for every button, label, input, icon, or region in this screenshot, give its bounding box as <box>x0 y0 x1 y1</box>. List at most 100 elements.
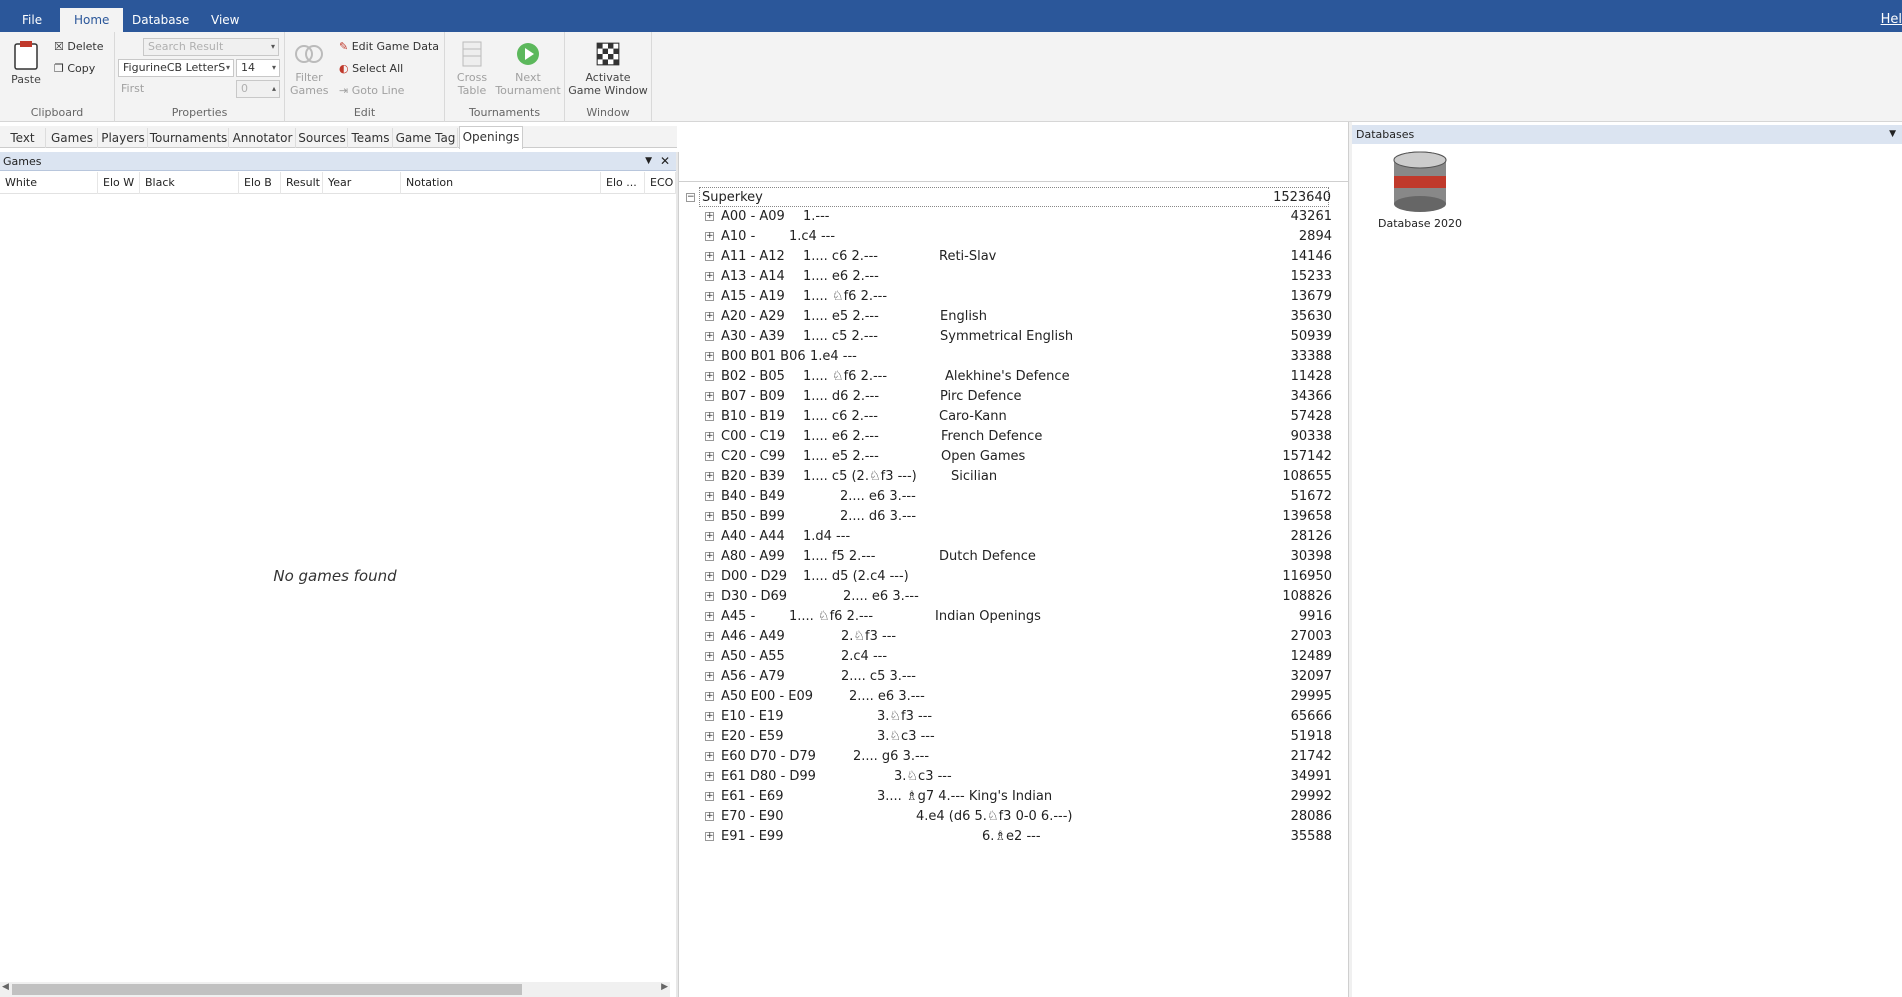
tree-row[interactable]: + A15 - A19 1.... ♘f6 2.--- 13679 <box>679 287 1349 307</box>
col-elo-b[interactable]: Elo B <box>239 172 281 194</box>
scrollbar-thumb[interactable] <box>12 984 522 995</box>
tree-row[interactable]: + A40 - A44 1.d4 --- 28126 <box>679 527 1349 547</box>
tree-row[interactable]: + D00 - D29 1.... d5 (2.c4 ---) 116950 <box>679 567 1349 587</box>
tree-row[interactable]: + B00 B01 B06 1.e4 --- 33388 <box>679 347 1349 367</box>
select-all-button[interactable]: ◐ Select All <box>339 60 403 78</box>
expand-icon[interactable]: + <box>705 312 714 321</box>
delete-button[interactable]: ☒ Delete <box>54 38 104 56</box>
tree-row[interactable]: + A11 - A12 1.... c6 2.--- Reti-Slav 14146 <box>679 247 1349 267</box>
expand-icon[interactable]: + <box>705 452 714 461</box>
expand-icon[interactable]: + <box>705 772 714 781</box>
expand-icon[interactable]: + <box>705 332 714 341</box>
tree-row[interactable]: + B02 - B05 1.... ♘f6 2.--- Alekhine's Defe… <box>679 367 1349 387</box>
font-size-combo[interactable]: 14 ▾ <box>236 59 280 77</box>
horizontal-scrollbar[interactable]: ◀ ▶ <box>0 982 670 997</box>
chevron-down-icon[interactable]: ▼ <box>1889 125 1896 144</box>
tree-row[interactable]: + A50 E00 - E09 2.... e6 3.--- 29995 <box>679 687 1349 707</box>
expand-icon[interactable]: + <box>705 352 714 361</box>
expand-icon[interactable]: + <box>705 552 714 561</box>
scroll-right-icon[interactable]: ▶ <box>661 982 668 992</box>
expand-icon[interactable]: + <box>705 212 714 221</box>
tree-row[interactable]: + E10 - E19 3.♘f3 --- 65666 <box>679 707 1349 727</box>
menu-view[interactable]: View <box>197 8 253 32</box>
tree-row[interactable]: + E70 - E90 4.e4 (d6 5.♘f3 0-0 6.---) 28086 <box>679 807 1349 827</box>
font-combo[interactable]: FigurineCB LetterS ▾ <box>118 59 234 77</box>
col-white[interactable]: White <box>0 172 98 194</box>
tab-annotator[interactable]: Annotator <box>230 128 296 148</box>
scroll-left-icon[interactable]: ◀ <box>2 982 9 992</box>
col-elo-w[interactable]: Elo W <box>98 172 140 194</box>
tab-teams[interactable]: Teams <box>349 128 393 148</box>
collapse-icon[interactable]: − <box>686 193 695 202</box>
expand-icon[interactable]: + <box>705 792 714 801</box>
tree-row[interactable]: + A30 - A39 1.... c5 2.--- Symmetrical Engl… <box>679 327 1349 347</box>
expand-icon[interactable]: + <box>705 472 714 481</box>
expand-icon[interactable]: + <box>705 492 714 501</box>
col-notation[interactable]: Notation <box>401 172 601 194</box>
tree-row[interactable]: + E91 - E99 6.♗e2 --- 35588 <box>679 827 1349 847</box>
tree-row[interactable]: + C00 - C19 1.... e6 2.--- French Defence 90… <box>679 427 1349 447</box>
tree-row[interactable]: + E20 - E59 3.♘c3 --- 51918 <box>679 727 1349 747</box>
expand-icon[interactable]: + <box>705 432 714 441</box>
tree-row[interactable]: + C20 - C99 1.... e5 2.--- Open Games 157142 <box>679 447 1349 467</box>
edit-game-data-button[interactable]: ✎ Edit Game Data <box>339 38 439 56</box>
expand-icon[interactable]: + <box>705 412 714 421</box>
expand-icon[interactable]: + <box>705 752 714 761</box>
col-black[interactable]: Black <box>140 172 239 194</box>
tab-games[interactable]: Games <box>47 128 98 148</box>
expand-icon[interactable]: + <box>705 232 714 241</box>
col-elo-avg[interactable]: Elo ... <box>601 172 645 194</box>
tree-row[interactable]: + A00 - A09 1.--- 43261 <box>679 207 1349 227</box>
activate-game-window-button[interactable]: Activate Game Window <box>568 40 648 97</box>
copy-button[interactable]: ❐ Copy <box>54 60 95 78</box>
menu-home[interactable]: Home <box>60 8 124 32</box>
expand-icon[interactable]: + <box>705 632 714 641</box>
tree-row[interactable]: + E61 - E69 3.... ♗g7 4.--- King's Indian 2… <box>679 787 1349 807</box>
tree-row[interactable]: + E60 D70 - D79 2.... g6 3.--- 21742 <box>679 747 1349 767</box>
expand-icon[interactable]: + <box>705 652 714 661</box>
expand-icon[interactable]: + <box>705 392 714 401</box>
expand-icon[interactable]: + <box>705 252 714 261</box>
tree-row[interactable]: + A20 - A29 1.... e5 2.--- English 35630 <box>679 307 1349 327</box>
expand-icon[interactable]: + <box>705 592 714 601</box>
tree-row[interactable]: + B40 - B49 2.... e6 3.--- 51672 <box>679 487 1349 507</box>
expand-icon[interactable]: + <box>705 572 714 581</box>
expand-icon[interactable]: + <box>705 532 714 541</box>
menu-database[interactable]: Database <box>118 8 203 32</box>
expand-icon[interactable]: + <box>705 512 714 521</box>
close-icon[interactable]: ✕ <box>660 152 670 171</box>
expand-icon[interactable]: + <box>705 672 714 681</box>
help-link[interactable]: Hel <box>1881 12 1902 27</box>
tree-row[interactable]: + A80 - A99 1.... f5 2.--- Dutch Defence 303… <box>679 547 1349 567</box>
expand-icon[interactable]: + <box>705 612 714 621</box>
tree-row[interactable]: + A56 - A79 2.... c5 3.--- 32097 <box>679 667 1349 687</box>
tree-row[interactable]: + A13 - A14 1.... e6 2.--- 15233 <box>679 267 1349 287</box>
tree-row[interactable]: + B10 - B19 1.... c6 2.--- Caro-Kann 57428 <box>679 407 1349 427</box>
col-result[interactable]: Result <box>281 172 323 194</box>
expand-icon[interactable]: + <box>705 372 714 381</box>
tree-row[interactable]: + A50 - A55 2.c4 --- 12489 <box>679 647 1349 667</box>
tree-row[interactable]: + E61 D80 - D99 3.♘c3 --- 34991 <box>679 767 1349 787</box>
expand-icon[interactable]: + <box>705 812 714 821</box>
expand-icon[interactable]: + <box>705 732 714 741</box>
expand-icon[interactable]: + <box>705 832 714 841</box>
tree-row[interactable]: + D30 - D69 2.... e6 3.--- 108826 <box>679 587 1349 607</box>
expand-icon[interactable]: + <box>705 272 714 281</box>
col-eco[interactable]: ECO <box>645 172 676 194</box>
panel-menu-icon[interactable]: ▼ <box>645 152 652 171</box>
tab-text[interactable]: Text <box>0 128 46 148</box>
tab-openings[interactable]: Openings <box>459 126 523 149</box>
tab-tournaments[interactable]: Tournaments <box>149 128 229 148</box>
tree-row[interactable]: + B07 - B09 1.... d6 2.--- Pirc Defence 3436… <box>679 387 1349 407</box>
tab-players[interactable]: Players <box>99 128 148 148</box>
expand-icon[interactable]: + <box>705 712 714 721</box>
expand-icon[interactable]: + <box>705 292 714 301</box>
tab-sources[interactable]: Sources <box>297 128 348 148</box>
tree-row[interactable]: + A46 - A49 2.♘f3 --- 27003 <box>679 627 1349 647</box>
tree-row[interactable]: + A45 - 1.... ♘f6 2.--- Indian Openings 9916 <box>679 607 1349 627</box>
database-item[interactable]: Database 2020 <box>1370 150 1470 230</box>
tree-row[interactable]: + B20 - B39 1.... c5 (2.♘f3 ---) Sicilian 10… <box>679 467 1349 487</box>
expand-icon[interactable]: + <box>705 692 714 701</box>
tree-row[interactable]: + A10 - 1.c4 --- 2894 <box>679 227 1349 247</box>
tree-row[interactable]: + B50 - B99 2.... d6 3.--- 139658 <box>679 507 1349 527</box>
